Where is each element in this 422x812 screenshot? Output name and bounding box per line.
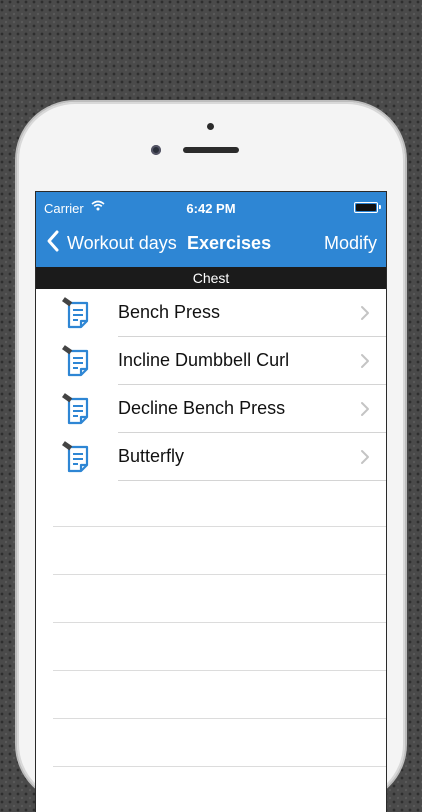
empty-row-separator [53, 670, 386, 671]
empty-row-separator [53, 574, 386, 575]
exercise-label: Incline Dumbbell Curl [118, 350, 290, 370]
row-separator [118, 480, 386, 481]
battery-tip [379, 205, 381, 209]
empty-row-separator [53, 526, 386, 527]
exercise-row[interactable]: Decline Bench Press [36, 385, 386, 433]
back-button[interactable]: Workout days [67, 233, 177, 254]
status-time: 6:42 PM [186, 201, 236, 216]
exercise-label: Butterfly [118, 446, 185, 466]
exercise-note-icon [60, 393, 94, 432]
modify-button[interactable]: Modify [324, 233, 377, 254]
exercise-label: Bench Press [118, 302, 221, 322]
exercise-note-icon [60, 297, 94, 336]
chevron-right-icon [360, 449, 370, 470]
back-chevron-icon[interactable] [46, 229, 60, 253]
exercise-label: Decline Bench Press [118, 398, 286, 418]
chevron-right-icon [360, 305, 370, 326]
status-bar: Carrier 6:42 PM [36, 192, 386, 220]
exercise-row[interactable]: Incline Dumbbell Curl [36, 337, 386, 385]
navigation-bar: Carrier 6:42 PM Workout days Exercises M… [36, 192, 386, 267]
chevron-right-icon [360, 353, 370, 374]
phone-frame: Carrier 6:42 PM Workout days Exercises M… [17, 102, 405, 812]
front-camera [151, 145, 161, 155]
exercise-note-icon [60, 345, 94, 384]
app-screen: Carrier 6:42 PM Workout days Exercises M… [35, 191, 387, 812]
chevron-right-icon [360, 401, 370, 422]
exercise-row[interactable]: Butterfly [36, 433, 386, 481]
exercise-note-icon [60, 441, 94, 480]
exercise-row[interactable]: Bench Press [36, 289, 386, 337]
empty-row-separator [53, 718, 386, 719]
page-title: Exercises [187, 233, 272, 253]
empty-row-separator [53, 622, 386, 623]
battery-icon [354, 202, 378, 213]
earpiece-speaker [183, 147, 239, 153]
section-header-chest: Chest [36, 267, 386, 289]
sensor-dot [207, 123, 214, 130]
empty-row-separator [53, 766, 386, 767]
